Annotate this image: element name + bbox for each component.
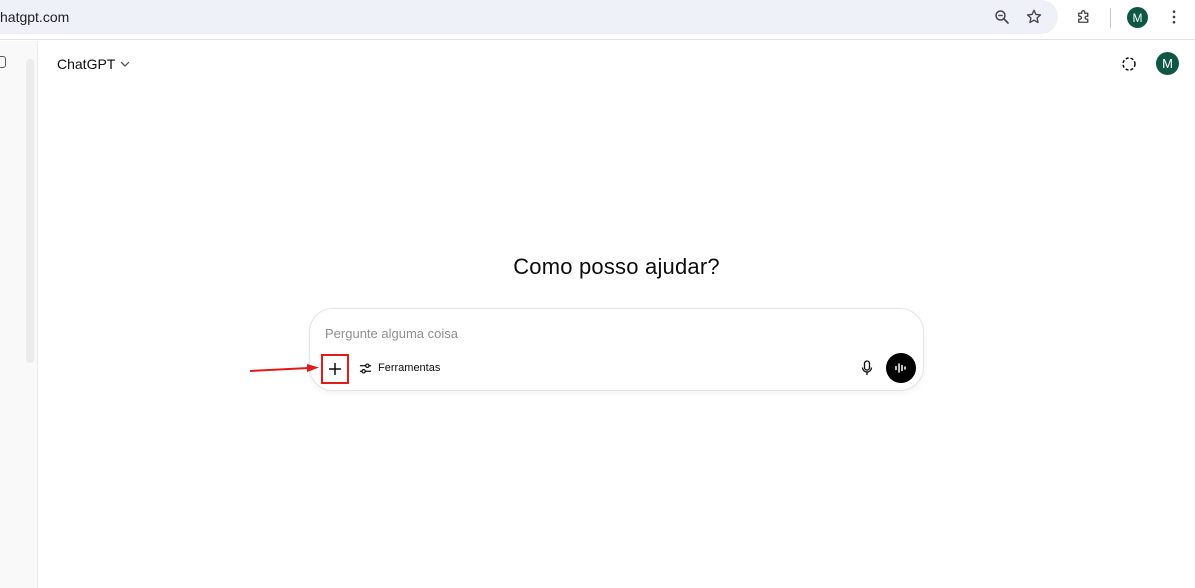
annotation-arrow — [249, 364, 319, 372]
user-avatar[interactable]: M — [1156, 52, 1179, 75]
plus-icon — [329, 363, 341, 375]
microphone-icon — [861, 360, 873, 375]
sliders-icon — [359, 362, 372, 374]
browser-profile-avatar[interactable]: M — [1127, 7, 1148, 28]
tools-button[interactable]: Ferramentas — [355, 357, 444, 379]
sidebar-toggle-icon[interactable] — [0, 56, 6, 68]
extensions-icon[interactable] — [1072, 5, 1096, 29]
address-bar[interactable]: hatgpt.com — [0, 0, 1058, 34]
add-attachment-button[interactable] — [321, 354, 349, 384]
composer: Ferramentas — [309, 308, 924, 391]
star-icon[interactable] — [1022, 5, 1046, 29]
dictate-button[interactable] — [858, 357, 876, 379]
chevron-down-icon — [121, 61, 130, 67]
sidebar-scrollbar[interactable] — [26, 59, 34, 363]
temporary-chat-icon[interactable] — [1117, 52, 1141, 76]
url-text[interactable]: hatgpt.com — [0, 9, 69, 25]
model-selector[interactable]: ChatGPT — [50, 53, 138, 75]
page: hatgpt.com M ChatGPT M Como posso ajudar… — [0, 0, 1195, 588]
toolbar-divider — [1110, 8, 1111, 28]
prompt-input[interactable] — [325, 322, 885, 344]
model-label: ChatGPT — [57, 56, 116, 72]
waveform-icon — [895, 363, 906, 373]
tools-label: Ferramentas — [378, 362, 441, 374]
sidebar — [0, 41, 38, 588]
page-title: Como posso ajudar? — [513, 254, 720, 279]
voice-mode-button[interactable] — [886, 353, 916, 383]
browser-toolbar: hatgpt.com M — [0, 0, 1195, 40]
zoom-icon[interactable] — [990, 5, 1014, 29]
more-vert-icon[interactable] — [1162, 5, 1186, 29]
